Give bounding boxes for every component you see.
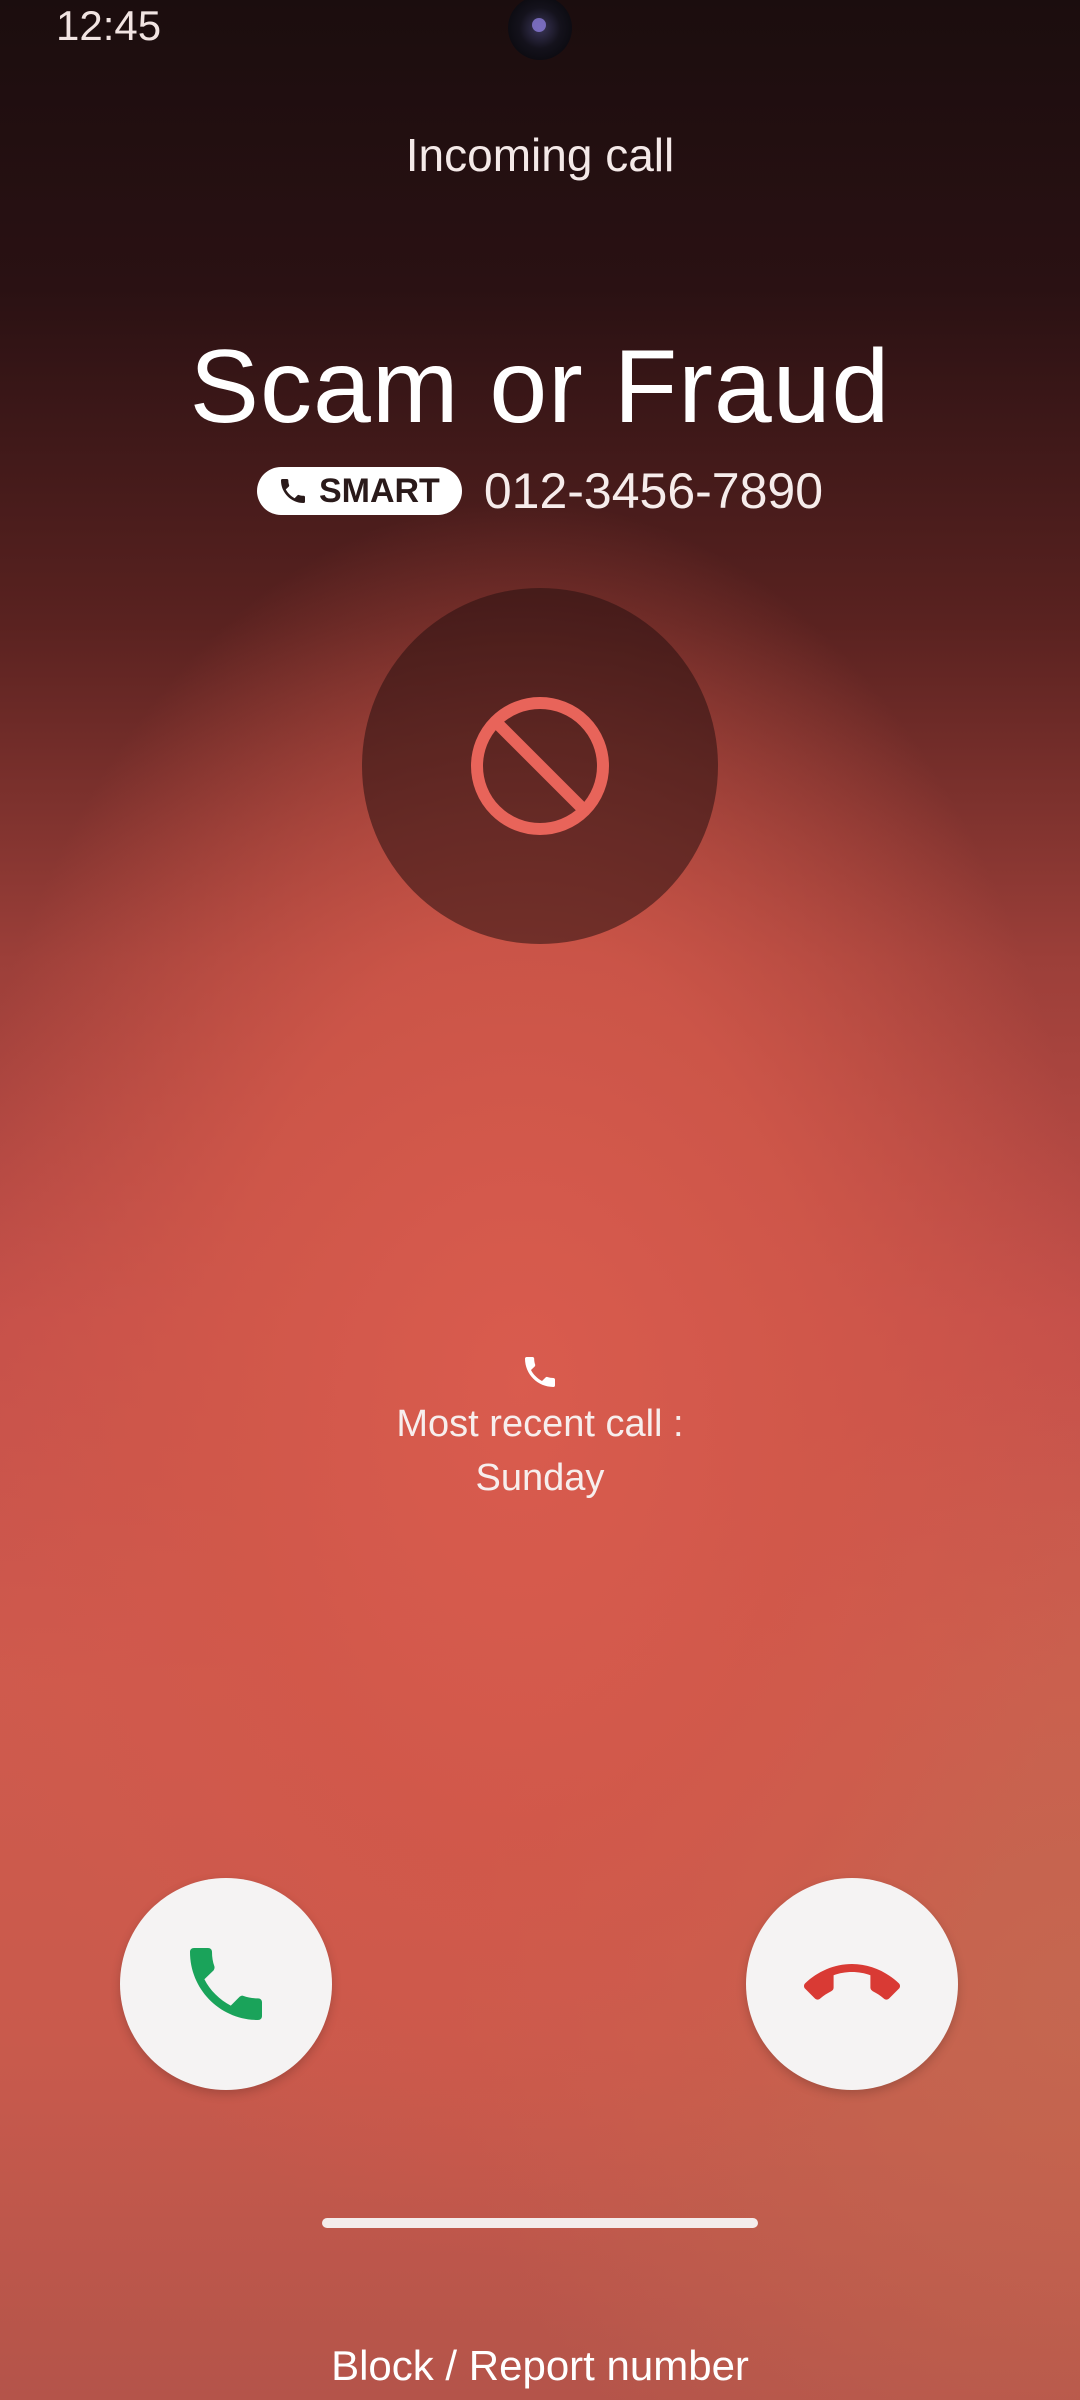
status-time: 12:45 — [56, 2, 162, 49]
caller-phone-number: 012-3456-7890 — [483, 463, 824, 519]
recent-call-label: Most recent call : — [396, 1403, 684, 1445]
smart-badge-label: SMART — [318, 471, 440, 510]
incoming-call-screen: 12:45 Incoming call Scam or Fraud SMART … — [0, 0, 1080, 2400]
phone-icon — [525, 1357, 555, 1387]
answer-call-button[interactable] — [120, 1878, 332, 2090]
block-report-number-link[interactable]: Block / Report number — [0, 2342, 1080, 2390]
decline-call-button[interactable] — [746, 1878, 958, 2090]
status-bar: 12:45 — [0, 0, 1080, 60]
caller-number-row: SMART 012-3456-7890 — [0, 462, 1080, 520]
recent-call-info: Most recent call : Sunday — [0, 1352, 1080, 1505]
swipe-handle[interactable] — [322, 2218, 758, 2228]
blocked-caller-avatar — [362, 588, 718, 944]
smart-call-badge: SMART — [256, 467, 462, 515]
block-icon — [471, 697, 609, 835]
front-camera — [508, 0, 572, 60]
incoming-call-label: Incoming call — [405, 129, 675, 181]
phone-decline-icon — [804, 1964, 900, 2000]
caller-name: Scam or Fraud — [189, 329, 891, 445]
phone-answer-icon — [190, 1948, 262, 2020]
recent-call-day: Sunday — [475, 1457, 605, 1499]
phone-icon — [280, 479, 305, 503]
